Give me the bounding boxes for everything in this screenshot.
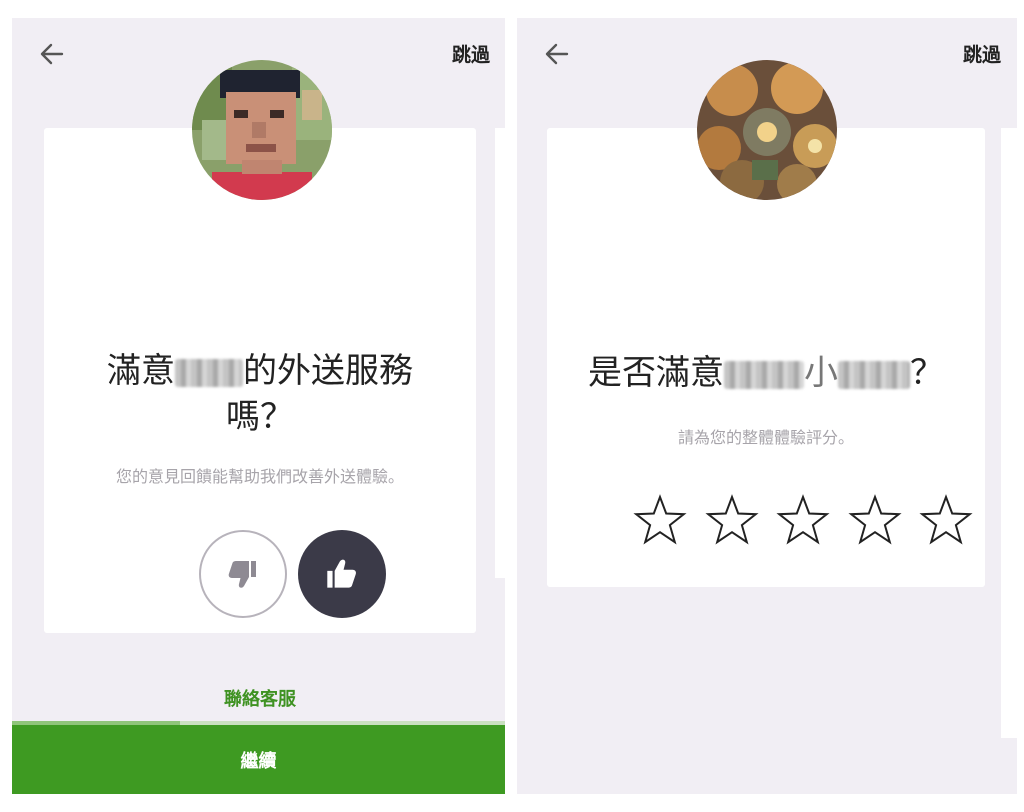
- star-4-icon[interactable]: [847, 494, 902, 548]
- back-arrow-icon[interactable]: [543, 40, 571, 68]
- headline-suffix: ？: [910, 353, 944, 393]
- page-title: 滿意 的外送服務 嗎？: [44, 348, 476, 440]
- blurred-restaurant-name-part1: [724, 360, 804, 389]
- thumbs-down-icon: [228, 561, 256, 588]
- headline-prefix: 滿意: [107, 351, 175, 391]
- rating-card: 滿意 的外送服務 嗎？ 您的意見回饋能幫助我們改善外送體驗。 聯絡客服: [44, 128, 476, 710]
- restaurant-avatar: [697, 60, 837, 200]
- headline-line2: 嗎？: [226, 397, 294, 437]
- headline-middle: 小: [804, 353, 838, 393]
- next-card-peek: [495, 128, 505, 578]
- skip-button[interactable]: 跳過: [452, 40, 490, 67]
- star-3-icon[interactable]: [776, 494, 830, 548]
- restaurant-rating-screen: 跳過 是否滿意 小 ？ 請為您的整體體驗評分。: [517, 18, 1017, 794]
- back-arrow-icon[interactable]: [38, 40, 66, 68]
- star-2-icon[interactable]: [704, 494, 759, 548]
- subtitle: 請為您的整體體驗評分。: [677, 428, 854, 447]
- thumbs-up-icon: [327, 559, 356, 588]
- star-5-icon[interactable]: [919, 494, 973, 548]
- next-card-peek: [1001, 128, 1017, 738]
- page-title: 是否滿意 小 ？: [547, 350, 985, 396]
- driver-avatar: [192, 60, 332, 200]
- blurred-driver-name: [175, 358, 243, 387]
- blurred-restaurant-name-part2: [838, 360, 910, 389]
- headline-prefix: 是否滿意: [588, 353, 724, 393]
- star-1-icon[interactable]: [633, 494, 687, 548]
- driver-rating-screen: 跳過 滿意 的外送服務 嗎？ 您的意見回饋能幫助我們改善外送體驗。 聯絡客服 繼…: [12, 18, 505, 794]
- thumbs-up-button[interactable]: [298, 530, 386, 618]
- thumbs-down-button[interactable]: [199, 530, 287, 618]
- contact-support-link[interactable]: 聯絡客服: [44, 685, 476, 711]
- continue-button[interactable]: 繼續: [12, 725, 505, 794]
- skip-button[interactable]: 跳過: [963, 40, 1001, 67]
- headline-suffix: 的外送服務: [243, 351, 413, 391]
- star-rating: [633, 494, 973, 550]
- subtitle: 您的意見回饋能幫助我們改善外送體驗。: [115, 467, 404, 486]
